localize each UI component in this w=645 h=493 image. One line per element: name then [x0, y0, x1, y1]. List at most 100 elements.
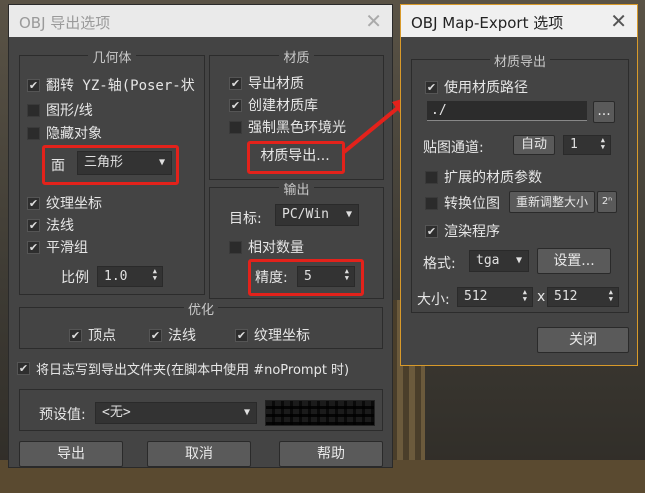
- checkbox-icon: [27, 103, 40, 117]
- use-path-label: 使用材质路径: [444, 80, 528, 96]
- relative-checkbox[interactable]: 相对数量: [229, 237, 304, 257]
- export-button-label: 导出: [57, 446, 85, 462]
- channel-label: 贴图通道:: [423, 140, 484, 156]
- texcoords-label: 纹理坐标: [46, 196, 102, 212]
- pow2-label: 2ⁿ: [601, 196, 613, 207]
- checkmark-icon: ✔: [17, 362, 30, 375]
- preset-dropdown[interactable]: <无> ▼: [95, 402, 257, 424]
- checkbox-icon: [425, 170, 438, 184]
- extended-params-checkbox[interactable]: 扩展的材质参数: [425, 167, 542, 187]
- flip-yz-label: 翻转 YZ-轴(Poser-状: [46, 78, 195, 94]
- checkbox-icon: [27, 126, 40, 140]
- pow2-button[interactable]: 2ⁿ: [597, 191, 617, 213]
- resize-label: 重新调整大小: [515, 195, 588, 209]
- checkmark-icon: ✔: [425, 80, 438, 94]
- checkbox-icon: [229, 120, 242, 134]
- opt-normals-checkbox[interactable]: ✔ 法线: [149, 325, 196, 345]
- preset-manager-icon[interactable]: [265, 400, 375, 426]
- highlight-face: [42, 145, 179, 185]
- size-width-value: 512: [464, 289, 488, 304]
- renderer-label: 渲染程序: [444, 224, 500, 240]
- checkmark-icon: ✔: [27, 196, 40, 210]
- convert-bitmap-label: 转换位图: [444, 196, 500, 212]
- preset-value: <无>: [102, 405, 131, 420]
- relative-label: 相对数量: [248, 240, 304, 256]
- path-value: ./: [431, 103, 447, 118]
- size-height-spinner[interactable]: 512 ▲ ▼: [547, 287, 619, 307]
- export-materials-label: 导出材质: [248, 76, 304, 92]
- chevron-down-icon: ▼: [243, 407, 250, 418]
- map-dialog-titlebar: OBJ Map-Export 选项 ✕: [401, 5, 637, 37]
- scale-spinner[interactable]: 1.0 ▲ ▼: [97, 266, 163, 287]
- optimize-group-title: 优化: [183, 303, 218, 318]
- create-library-checkbox[interactable]: ✔ 创建材质库: [229, 95, 318, 115]
- size-separator: x: [537, 289, 546, 305]
- opt-normals-label: 法线: [168, 328, 196, 344]
- opt-texcoords-checkbox[interactable]: ✔ 纹理坐标: [235, 325, 310, 345]
- channel-spinner[interactable]: 1 ▲ ▼: [563, 135, 611, 155]
- convert-bitmap-checkbox[interactable]: 转换位图: [425, 193, 500, 213]
- renderer-checkbox[interactable]: ✔ 渲染程序: [425, 221, 500, 241]
- material-group-title: 材质: [279, 51, 314, 66]
- spinner-arrows-icon: ▲ ▼: [522, 288, 527, 303]
- output-group-title: 输出: [279, 183, 314, 198]
- export-materials-checkbox[interactable]: ✔ 导出材质: [229, 73, 304, 93]
- size-width-spinner[interactable]: 512 ▲ ▼: [457, 287, 533, 307]
- checkmark-icon: ✔: [27, 240, 40, 254]
- texcoords-checkbox[interactable]: ✔ 纹理坐标: [27, 193, 102, 213]
- channel-value: 1: [570, 137, 578, 152]
- hidden-objects-checkbox[interactable]: 隐藏对象: [27, 123, 102, 143]
- normals-label: 法线: [46, 218, 74, 234]
- opt-vertices-label: 顶点: [88, 328, 116, 344]
- create-library-label: 创建材质库: [248, 98, 318, 114]
- cancel-button[interactable]: 取消: [147, 441, 251, 467]
- export-button[interactable]: 导出: [19, 441, 123, 467]
- target-label: 目标:: [229, 211, 262, 227]
- normals-checkbox[interactable]: ✔ 法线: [27, 215, 74, 235]
- checkmark-icon: ✔: [425, 224, 438, 238]
- path-input[interactable]: ./: [427, 101, 587, 121]
- close-button[interactable]: 关闭: [537, 327, 629, 353]
- setup-button[interactable]: 设置...: [537, 248, 611, 274]
- auto-button[interactable]: 自动: [513, 135, 555, 155]
- highlight-precision: [248, 259, 364, 296]
- format-label: 格式:: [423, 256, 456, 272]
- checkbox-icon: [229, 240, 242, 254]
- help-button[interactable]: 帮助: [279, 441, 383, 467]
- shapes-checkbox[interactable]: 图形/线: [27, 100, 93, 120]
- flip-yz-checkbox[interactable]: ✔ 翻转 YZ-轴(Poser-状: [27, 75, 195, 95]
- scale-label: 比例: [61, 270, 89, 286]
- browse-button[interactable]: ...: [593, 101, 615, 123]
- target-value: PC/Win: [282, 207, 329, 222]
- opt-vertices-checkbox[interactable]: ✔ 顶点: [69, 325, 116, 345]
- close-icon[interactable]: ✕: [610, 9, 627, 33]
- force-black-label: 强制黑色环境光: [248, 120, 346, 136]
- auto-label: 自动: [520, 137, 547, 152]
- obj-export-dialog: OBJ 导出选项 ✕ 几何体 ✔ 翻转 YZ-轴(Poser-状 图形/线 隐藏…: [8, 4, 393, 468]
- use-path-checkbox[interactable]: ✔ 使用材质路径: [425, 77, 528, 97]
- resize-button[interactable]: 重新调整大小: [509, 191, 595, 213]
- extended-params-label: 扩展的材质参数: [444, 170, 542, 186]
- close-icon[interactable]: ✕: [365, 9, 382, 33]
- checkbox-icon: [425, 196, 438, 210]
- checkmark-icon: ✔: [229, 76, 242, 90]
- format-value: tga: [476, 253, 500, 268]
- checkmark-icon: ✔: [69, 328, 82, 342]
- spinner-arrows-icon: ▲ ▼: [608, 288, 613, 303]
- spinner-arrows-icon: ▲ ▼: [152, 267, 157, 282]
- hidden-objects-label: 隐藏对象: [46, 126, 102, 142]
- opt-texcoords-label: 纹理坐标: [254, 328, 310, 344]
- material-export-group-title: 材质导出: [489, 55, 550, 70]
- target-dropdown[interactable]: PC/Win ▼: [275, 204, 359, 226]
- preset-label: 预设值:: [39, 407, 86, 423]
- log-checkbox[interactable]: ✔ 将日志写到导出文件夹(在脚本中使用 #noPrompt 时): [17, 359, 349, 378]
- obj-map-export-dialog: OBJ Map-Export 选项 ✕ 材质导出 ✔ 使用材质路径 ./ ...…: [400, 4, 638, 366]
- chevron-down-icon: ▼: [345, 209, 352, 220]
- geometry-group-title: 几何体: [88, 51, 136, 66]
- highlight-map-export: [247, 141, 345, 174]
- format-dropdown[interactable]: tga ▼: [469, 250, 529, 272]
- smoothing-checkbox[interactable]: ✔ 平滑组: [27, 237, 88, 257]
- chevron-down-icon: ▼: [515, 255, 522, 266]
- checkmark-icon: ✔: [149, 328, 162, 342]
- force-black-checkbox[interactable]: 强制黑色环境光: [229, 117, 346, 137]
